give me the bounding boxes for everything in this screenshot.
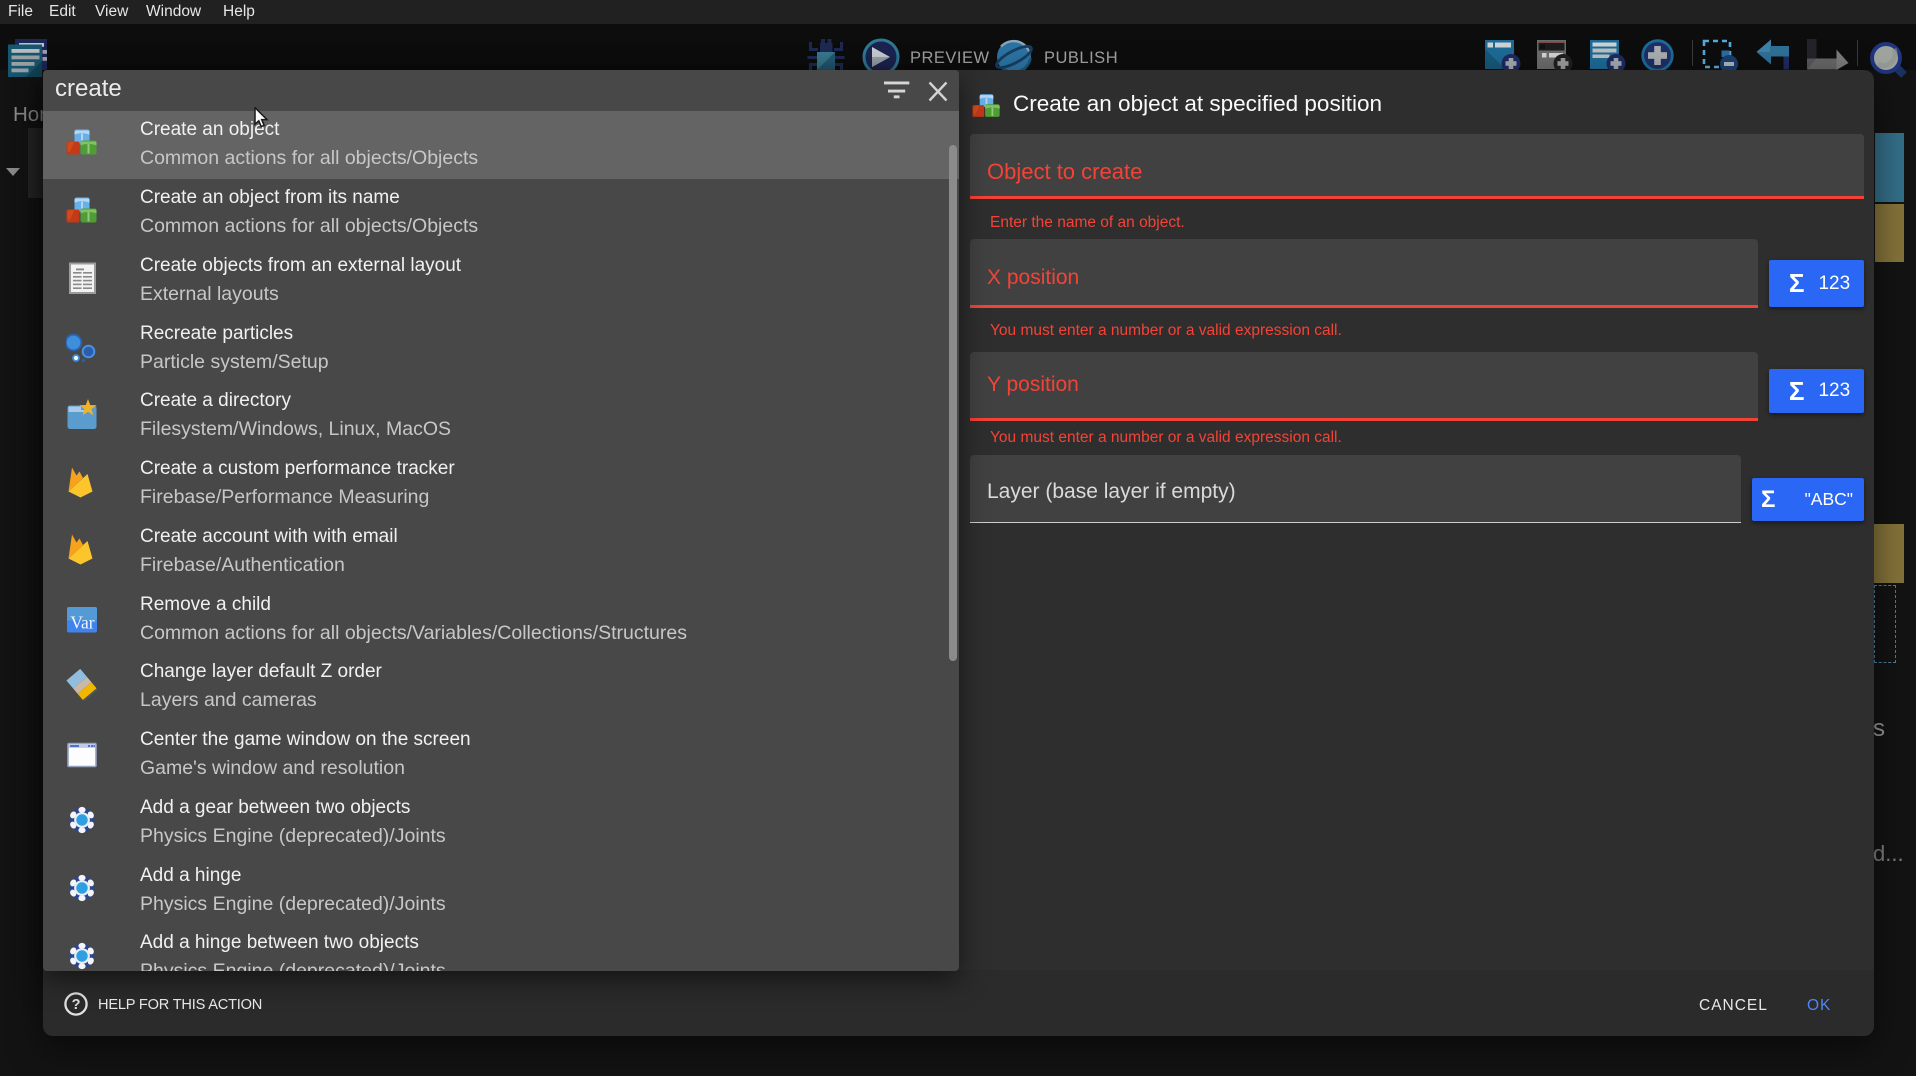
- svg-text:?: ?: [72, 997, 81, 1013]
- svg-text:Var: Var: [70, 613, 94, 633]
